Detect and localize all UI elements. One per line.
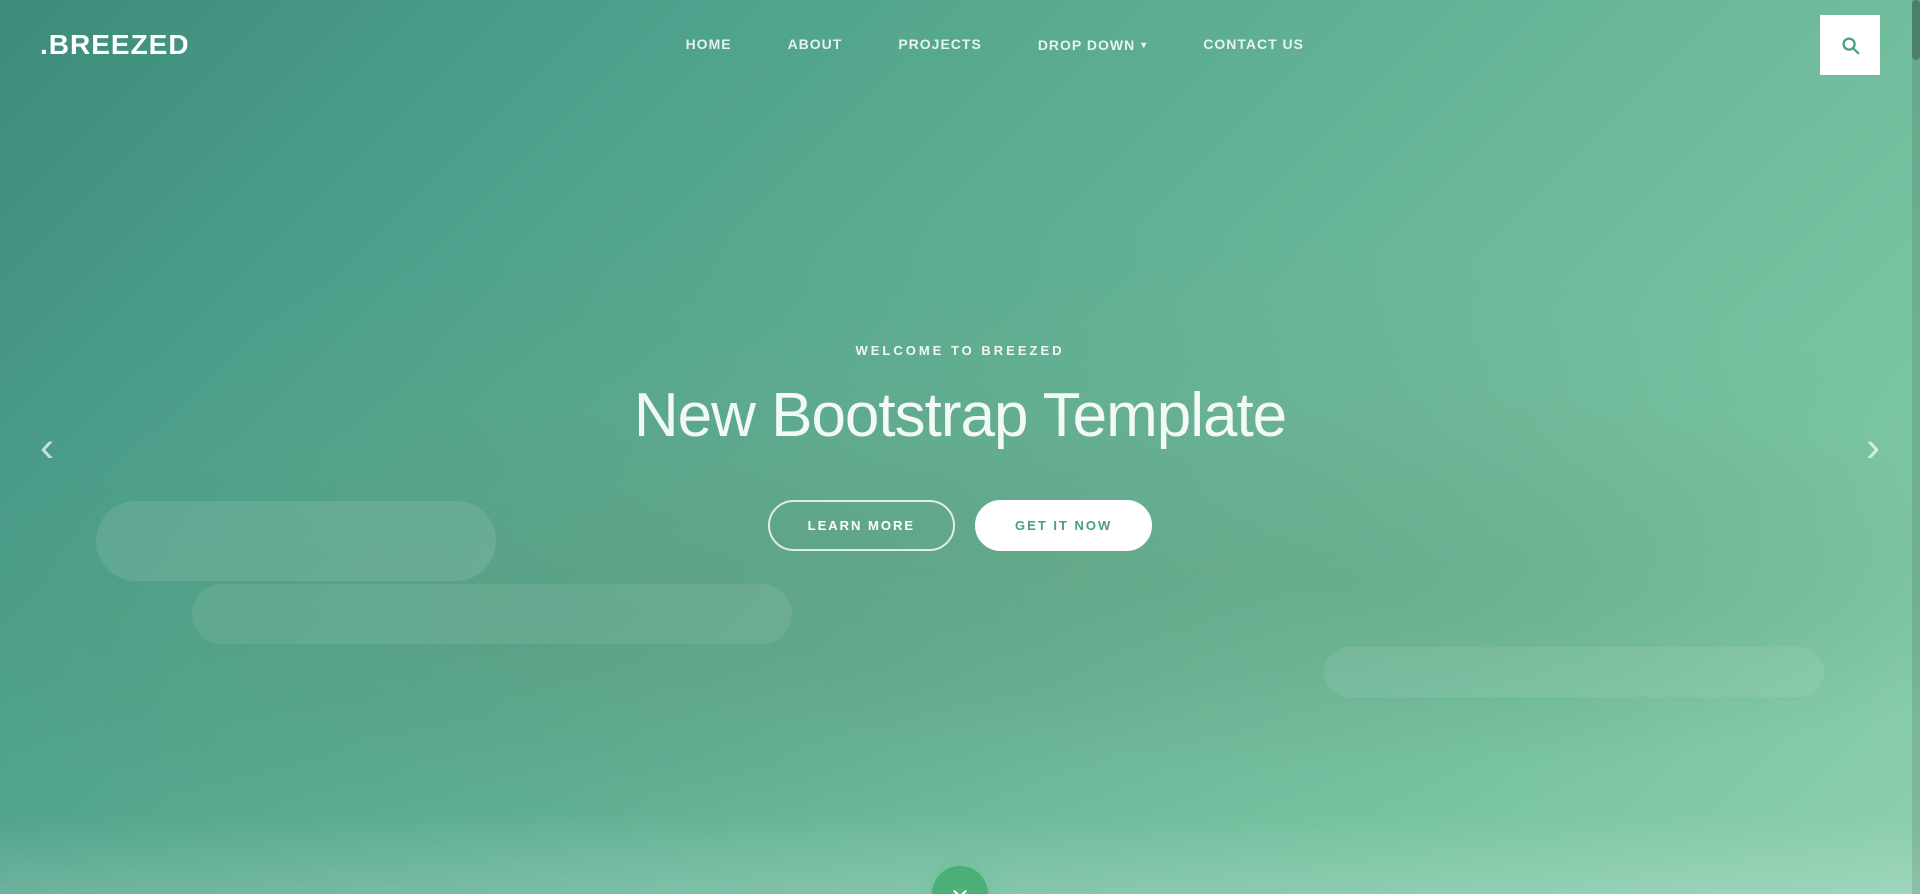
chevron-down-icon: [949, 883, 971, 894]
hero-subtitle: WELCOME TO BREEZED: [634, 343, 1286, 358]
nav-link-dropdown[interactable]: DROP DOWN ▾: [1010, 37, 1175, 53]
nav-link-home[interactable]: HOME: [658, 36, 760, 52]
carousel-prev-button[interactable]: ‹: [20, 416, 74, 478]
sidebar-item-dropdown[interactable]: DROP DOWN ▾: [1010, 37, 1175, 53]
hero-buttons: LEARN MORE GET IT NOW: [634, 500, 1286, 551]
nav-link-projects[interactable]: PROJECTS: [870, 36, 1009, 52]
cloud-decoration-1: [96, 501, 496, 581]
cloud-decoration-2: [192, 584, 792, 644]
hero-title: New Bootstrap Template: [634, 382, 1286, 450]
scrollbar-thumb[interactable]: [1912, 0, 1920, 60]
nav-link-contact[interactable]: CONTACT US: [1175, 36, 1332, 52]
brand-logo[interactable]: .BREEZED: [40, 29, 190, 61]
sidebar-item-contact[interactable]: CONTACT US: [1175, 36, 1332, 54]
search-button[interactable]: [1820, 15, 1880, 75]
navbar: .BREEZED HOME ABOUT PROJECTS DROP DOWN ▾…: [0, 0, 1920, 90]
sidebar-item-about[interactable]: ABOUT: [760, 36, 871, 54]
sidebar-item-home[interactable]: HOME: [658, 36, 760, 54]
learn-more-button[interactable]: LEARN MORE: [768, 500, 955, 551]
scrollbar[interactable]: [1912, 0, 1920, 894]
chevron-down-icon: ▾: [1141, 40, 1147, 51]
get-it-now-button[interactable]: GET IT NOW: [975, 500, 1152, 551]
cloud-decoration-3: [1324, 647, 1824, 697]
hero-content: WELCOME TO BREEZED New Bootstrap Templat…: [614, 343, 1306, 551]
scroll-down-button[interactable]: [932, 866, 988, 894]
search-icon: [1839, 34, 1861, 56]
nav-link-about[interactable]: ABOUT: [760, 36, 871, 52]
carousel-next-button[interactable]: ›: [1846, 416, 1900, 478]
sidebar-item-projects[interactable]: PROJECTS: [870, 36, 1009, 54]
nav-menu: HOME ABOUT PROJECTS DROP DOWN ▾ CONTACT …: [658, 36, 1332, 54]
hero-section: ‹ WELCOME TO BREEZED New Bootstrap Templ…: [0, 0, 1920, 894]
